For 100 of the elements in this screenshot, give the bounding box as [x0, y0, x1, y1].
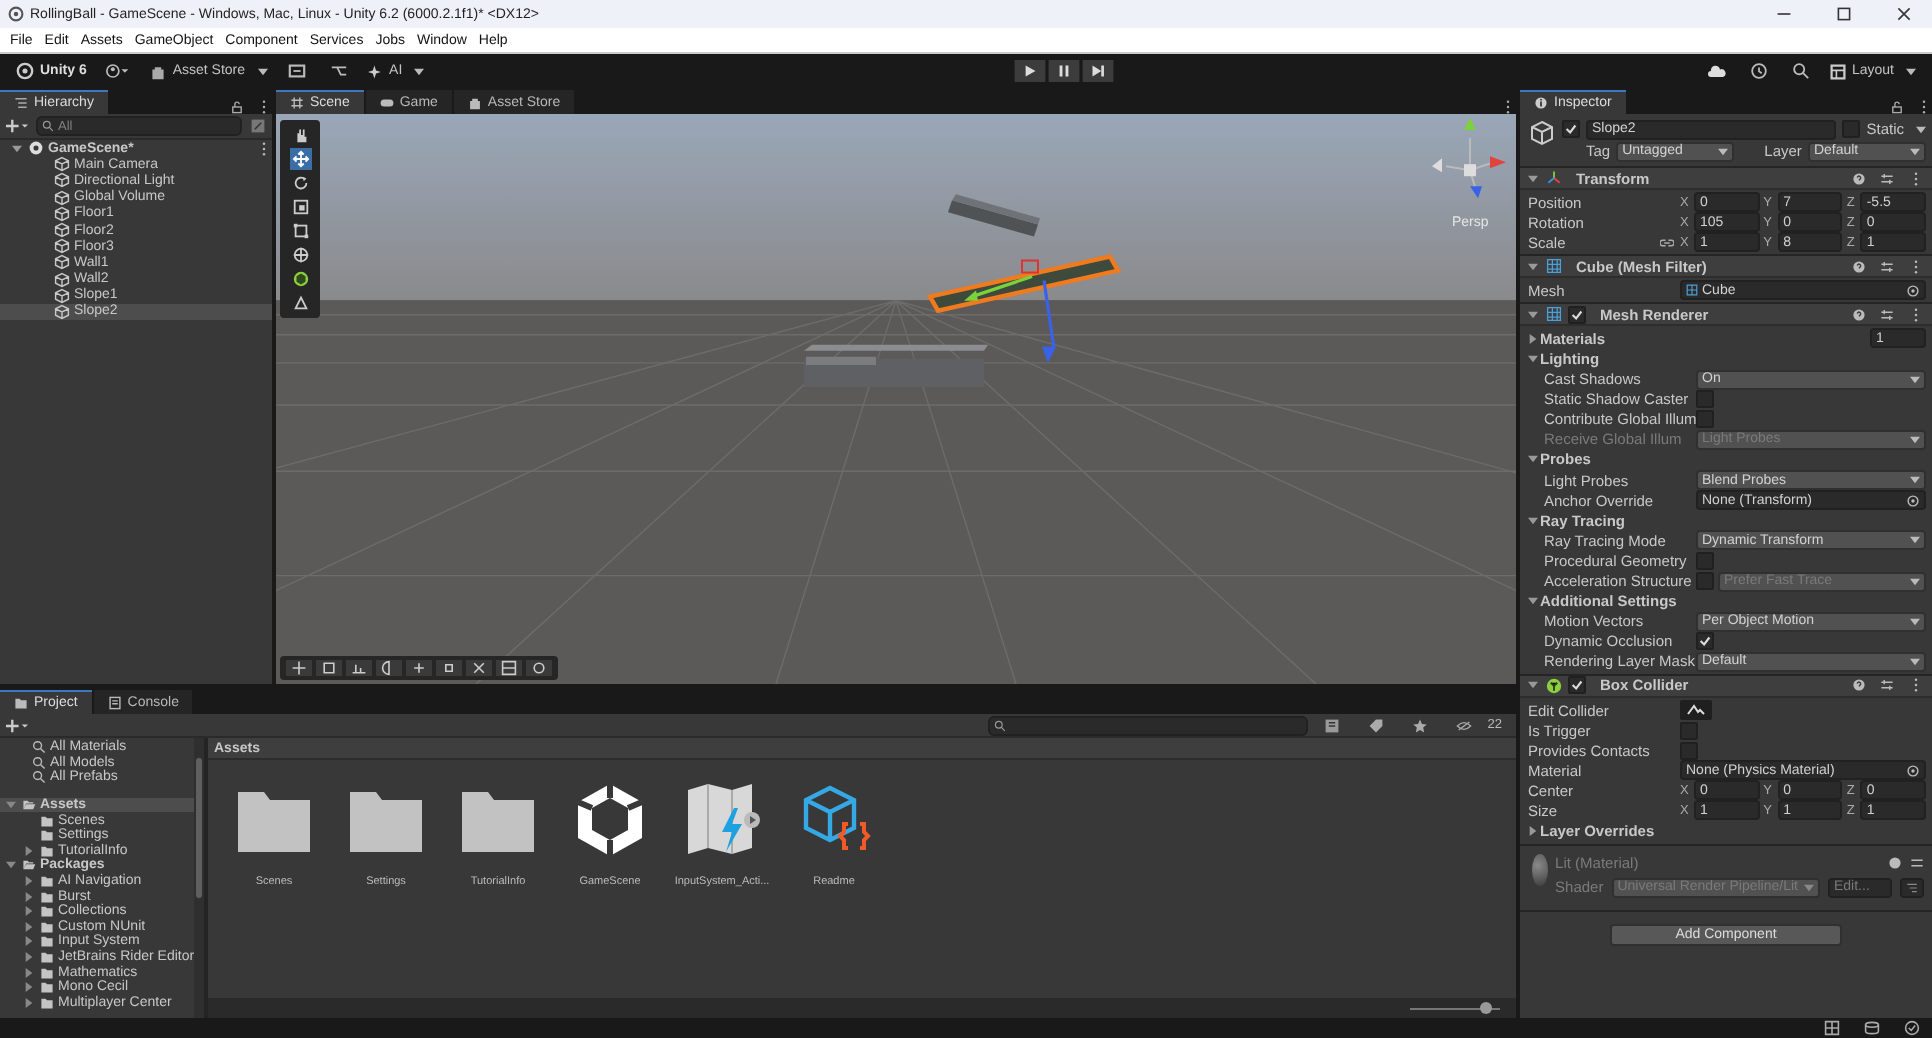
checkbox[interactable] — [1696, 632, 1714, 651]
lock-icon[interactable] — [230, 100, 244, 114]
slope-block-drawing[interactable] — [948, 194, 1040, 237]
expand-arrow-icon[interactable] — [24, 891, 34, 902]
presets-icon[interactable] — [1910, 855, 1924, 870]
foldout-arrow-icon[interactable] — [1528, 309, 1538, 320]
add-icon[interactable] — [6, 118, 28, 134]
expand-arrow-icon[interactable] — [24, 921, 34, 932]
expand-arrow-icon[interactable] — [24, 967, 34, 978]
enabled-checkbox[interactable] — [1568, 305, 1586, 324]
shader-options-dropdown[interactable] — [1900, 877, 1924, 898]
presets-icon[interactable] — [1880, 171, 1894, 185]
expand-arrow-icon[interactable] — [24, 906, 34, 917]
help-icon[interactable] — [1852, 259, 1866, 274]
bag-icon — [150, 63, 167, 79]
checkbox[interactable] — [1696, 410, 1714, 429]
checkbox[interactable] — [1680, 721, 1698, 740]
play-icon[interactable] — [1014, 60, 1047, 82]
foldout-arrow-icon[interactable] — [1528, 354, 1538, 365]
branch-icon[interactable] — [329, 62, 348, 80]
checkbox[interactable] — [1696, 551, 1714, 570]
object-picker-icon[interactable] — [1906, 763, 1920, 778]
scene-tool-icon[interactable] — [406, 660, 432, 676]
expand-arrow-icon[interactable] — [24, 997, 34, 1008]
caret-icon[interactable] — [1916, 125, 1926, 133]
scale-tool-icon[interactable] — [289, 196, 311, 218]
package-icon[interactable] — [287, 62, 306, 80]
foldout-arrow-icon[interactable] — [1528, 826, 1538, 837]
edit-collider-icon[interactable] — [1680, 700, 1712, 721]
scrollbar-track[interactable] — [194, 738, 204, 1018]
scene-tool-icon[interactable] — [376, 660, 402, 676]
cloud-icon[interactable] — [1707, 62, 1726, 80]
active-checkbox[interactable] — [1562, 120, 1580, 138]
checkbox[interactable] — [1696, 390, 1714, 409]
caret-icon — [1910, 476, 1920, 485]
expand-arrow-icon[interactable] — [6, 860, 16, 871]
foldout-arrow-icon[interactable] — [1528, 173, 1538, 183]
enabled-checkbox[interactable] — [1568, 676, 1586, 695]
check-icon[interactable] — [1904, 1020, 1920, 1036]
expand-arrow-icon[interactable] — [24, 845, 34, 856]
help-icon[interactable] — [1888, 855, 1902, 870]
move-gizmo-drawing[interactable] — [964, 259, 1056, 363]
scene-tool-icon[interactable] — [436, 660, 462, 676]
help-icon[interactable] — [1852, 171, 1866, 185]
progress-icon[interactable] — [1824, 1020, 1840, 1036]
help-icon[interactable] — [1852, 307, 1866, 322]
expand-arrow-icon[interactable] — [24, 936, 34, 947]
foldout-arrow-icon[interactable] — [1528, 596, 1538, 607]
expand-arrow-icon[interactable] — [24, 876, 34, 887]
checkmark-icon — [1570, 307, 1584, 322]
search-field[interactable] — [987, 715, 1308, 735]
foldout-arrow-icon[interactable] — [1528, 454, 1538, 465]
star-icon[interactable] — [1411, 717, 1428, 733]
step-icon[interactable] — [1082, 60, 1115, 82]
collider-tool-icon[interactable] — [289, 268, 311, 290]
cache-icon[interactable] — [1864, 1020, 1880, 1036]
scene-tool-icon[interactable] — [496, 660, 522, 676]
slider-thumb[interactable] — [1480, 1002, 1493, 1014]
close-icon[interactable] — [1896, 6, 1912, 22]
selected-slope-drawing[interactable] — [926, 254, 1122, 314]
checkmark-icon — [1570, 678, 1584, 693]
foldout-arrow-icon[interactable] — [1528, 515, 1538, 526]
link-icon[interactable] — [1660, 237, 1674, 248]
grid-icon — [290, 95, 304, 109]
add-icon[interactable] — [6, 717, 28, 733]
foldout-arrow-icon[interactable] — [1528, 680, 1538, 691]
scene-tool-icon[interactable] — [286, 660, 312, 676]
account-icon[interactable] — [106, 62, 131, 80]
mesh-icon — [1686, 284, 1698, 297]
foldout-arrow-icon[interactable] — [1528, 333, 1538, 344]
expand-arrow-icon[interactable] — [24, 952, 34, 963]
folder-icon — [22, 858, 36, 873]
custom-tool-icon[interactable] — [289, 292, 311, 314]
rect-tool-icon[interactable] — [289, 220, 311, 242]
presets-icon[interactable] — [1880, 678, 1894, 693]
filter-type-icon[interactable] — [1323, 717, 1340, 733]
expand-arrow-icon[interactable] — [24, 982, 34, 993]
pause-icon[interactable] — [1048, 60, 1081, 82]
object-picker-icon[interactable] — [1906, 493, 1920, 508]
hidden-packages-icon[interactable] — [1455, 717, 1472, 733]
object-picker-icon[interactable] — [1906, 283, 1920, 298]
presets-icon[interactable] — [1880, 259, 1894, 274]
search-icon[interactable] — [1791, 62, 1810, 80]
history-icon[interactable] — [1749, 62, 1768, 80]
help-icon[interactable] — [1852, 678, 1866, 693]
move-tool-icon[interactable] — [289, 148, 311, 170]
checkbox[interactable] — [1680, 741, 1698, 760]
foldout-arrow-icon[interactable] — [1528, 261, 1538, 272]
scene-tool-icon[interactable] — [346, 660, 372, 676]
presets-icon[interactable] — [1880, 307, 1894, 322]
rotate-tool-icon[interactable] — [289, 172, 311, 194]
lock-icon[interactable] — [1890, 100, 1904, 114]
scrollbar-thumb[interactable] — [196, 758, 202, 898]
maximize-icon[interactable] — [1836, 6, 1852, 22]
static-checkbox[interactable] — [1842, 120, 1861, 138]
scene-tool-icon[interactable] — [316, 660, 342, 676]
scene-tool-icon[interactable] — [526, 660, 552, 676]
scene-tool-icon[interactable] — [466, 660, 492, 676]
transform-tool-icon[interactable] — [289, 244, 311, 266]
expand-arrow-icon[interactable] — [12, 143, 22, 154]
